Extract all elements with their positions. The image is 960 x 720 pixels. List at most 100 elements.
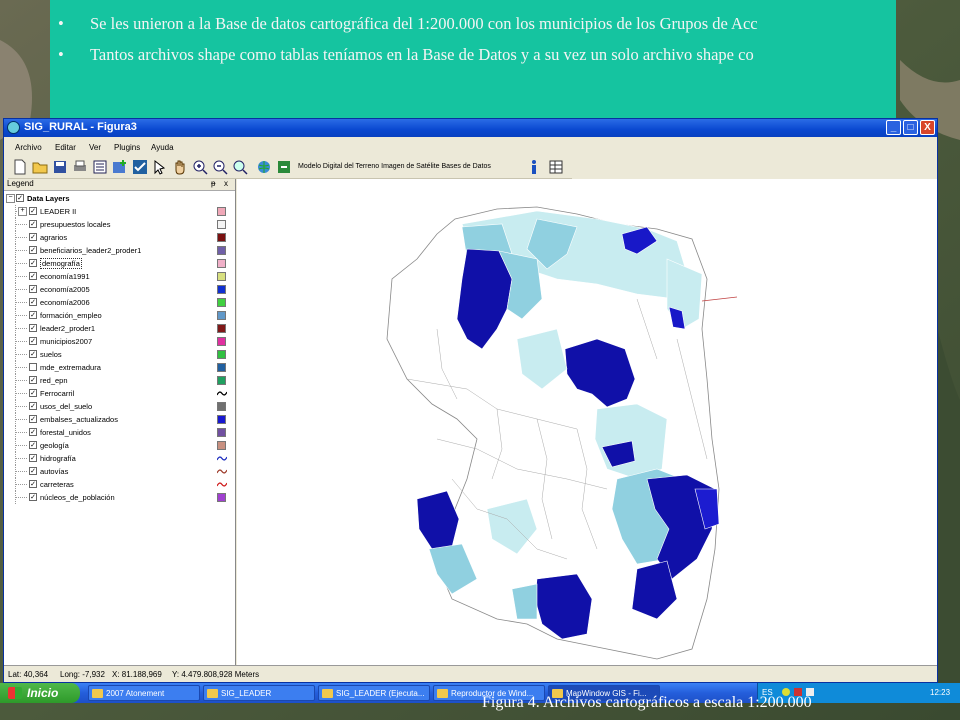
close-button[interactable]: X: [920, 120, 935, 135]
legend-layer[interactable]: ✓ núcleos_de_población: [4, 491, 234, 504]
legend-close-icon[interactable]: x: [224, 179, 228, 188]
map-svg[interactable]: [237, 179, 937, 665]
properties-icon[interactable]: [92, 159, 108, 175]
layer-checkbox[interactable]: ✓: [29, 376, 37, 384]
layer-symbol-icon: [217, 246, 226, 255]
layer-checkbox[interactable]: ✓: [29, 259, 37, 267]
table-icon[interactable]: [548, 159, 564, 175]
clock[interactable]: 12:23: [930, 688, 950, 697]
pan-hand-icon[interactable]: [172, 159, 188, 175]
legend-layer[interactable]: ✓ presupuestos locales: [4, 218, 234, 231]
menu-archivo[interactable]: Archivo: [15, 143, 42, 152]
legend-layer[interactable]: ✓ carreteras: [4, 478, 234, 491]
select-icon[interactable]: [152, 159, 168, 175]
collapse-icon[interactable]: −: [6, 194, 15, 203]
save-icon[interactable]: [52, 159, 68, 175]
layer-checkbox[interactable]: ✓: [29, 415, 37, 423]
app-globe-icon: [7, 121, 20, 134]
layer-symbol-icon: [217, 363, 226, 372]
legend-layer[interactable]: ✓ autovías: [4, 465, 234, 478]
layer-checkbox[interactable]: ✓: [29, 337, 37, 345]
root-checkbox[interactable]: ✓: [16, 194, 24, 202]
zoom-extent-icon[interactable]: [232, 159, 248, 175]
layer-checkbox[interactable]: ✓: [29, 389, 37, 397]
layer-checkbox[interactable]: ✓: [29, 441, 37, 449]
map-canvas[interactable]: [237, 179, 937, 665]
pin-icon[interactable]: ᵽ: [211, 179, 215, 188]
info-icon[interactable]: [526, 159, 542, 175]
layer-checkbox[interactable]: ✓: [29, 324, 37, 332]
layer-checkbox[interactable]: ✓: [29, 350, 37, 358]
menu-editar[interactable]: Editar: [55, 143, 76, 152]
print-icon[interactable]: [72, 159, 88, 175]
title-bar[interactable]: SIG_RURAL - Figura3 _ □ X: [4, 119, 937, 137]
tree-branch: [15, 289, 27, 290]
layer-checkbox[interactable]: ✓: [29, 272, 37, 280]
layer-checkbox[interactable]: ✓: [29, 480, 37, 488]
figure-caption: Figura 4. Archivos cartográficos a escal…: [482, 694, 812, 711]
legend-layer[interactable]: ✓ leader2_proder1: [4, 322, 234, 335]
legend-layer[interactable]: ✓ LEADER II +: [4, 205, 234, 218]
legend-layer[interactable]: ✓ economía2006: [4, 296, 234, 309]
legend-layer[interactable]: ✓ hidrografía: [4, 452, 234, 465]
minimize-button[interactable]: _: [886, 120, 901, 135]
identify-icon[interactable]: [276, 159, 292, 175]
legend-layer[interactable]: mde_extremadura: [4, 361, 234, 374]
tree-branch: [15, 263, 27, 264]
legend-layer[interactable]: ✓ demografía: [4, 257, 234, 270]
legend-layer[interactable]: ✓ embalses_actualizados: [4, 413, 234, 426]
toolbar-plugin-labels[interactable]: Modelo Digital del Terreno Imagen de Sat…: [298, 163, 491, 170]
tree-branch: [15, 341, 27, 342]
status-y: Y: 4.479.808,928 Meters: [172, 670, 260, 679]
globe-icon[interactable]: [256, 159, 272, 175]
layer-symbol-icon: [217, 311, 226, 320]
new-file-icon[interactable]: [12, 159, 28, 175]
taskbar: Inicio 2007 Atonement SIG_LEADER SIG_LEADE…: [0, 683, 960, 703]
zoom-out-icon[interactable]: [212, 159, 228, 175]
layer-checkbox[interactable]: ✓: [29, 298, 37, 306]
legend-layer[interactable]: ✓ forestal_unidos: [4, 426, 234, 439]
legend-layer[interactable]: ✓ economía1991: [4, 270, 234, 283]
legend-layer[interactable]: ✓ usos_del_suelo: [4, 400, 234, 413]
open-folder-icon[interactable]: [32, 159, 48, 175]
expand-icon[interactable]: +: [18, 207, 27, 216]
legend-layer[interactable]: ✓ red_epn: [4, 374, 234, 387]
check-layer-icon[interactable]: [132, 159, 148, 175]
legend-layer[interactable]: ✓ Ferrocarril: [4, 387, 234, 400]
menu-ver[interactable]: Ver: [89, 143, 101, 152]
layer-checkbox[interactable]: [29, 363, 37, 371]
layer-checkbox[interactable]: ✓: [29, 402, 37, 410]
legend-layer[interactable]: ✓ economía2005: [4, 283, 234, 296]
legend-layer[interactable]: ✓ suelos: [4, 348, 234, 361]
legend-layer[interactable]: ✓ beneficiarios_leader2_proder1: [4, 244, 234, 257]
tree-branch: [15, 484, 27, 485]
layer-checkbox[interactable]: ✓: [29, 454, 37, 462]
taskbar-item[interactable]: 2007 Atonement: [88, 685, 200, 701]
layer-checkbox[interactable]: ✓: [29, 233, 37, 241]
taskbar-item[interactable]: SIG_LEADER (Ejecuta...: [318, 685, 430, 701]
folder-icon: [437, 689, 448, 698]
add-layer-icon[interactable]: [112, 159, 128, 175]
start-button[interactable]: Inicio: [0, 683, 80, 703]
layer-checkbox[interactable]: ✓: [29, 285, 37, 293]
layer-checkbox[interactable]: ✓: [29, 246, 37, 254]
layer-checkbox[interactable]: ✓: [29, 311, 37, 319]
layer-checkbox[interactable]: ✓: [29, 428, 37, 436]
maximize-button[interactable]: □: [903, 120, 918, 135]
layer-group-root[interactable]: − ✓ Data Layers: [4, 192, 234, 205]
taskbar-item[interactable]: SIG_LEADER: [203, 685, 315, 701]
menu-plugins[interactable]: Plugins: [114, 143, 140, 152]
layer-symbol-icon: [217, 259, 226, 268]
layer-checkbox[interactable]: ✓: [29, 207, 37, 215]
zoom-in-icon[interactable]: [192, 159, 208, 175]
legend-layer[interactable]: ✓ formación_empleo: [4, 309, 234, 322]
legend-layer[interactable]: ✓ geología: [4, 439, 234, 452]
layer-symbol-icon: [217, 376, 226, 385]
layer-checkbox[interactable]: ✓: [29, 220, 37, 228]
legend-layer[interactable]: ✓ municipios2007: [4, 335, 234, 348]
menu-ayuda[interactable]: Ayuda: [151, 143, 174, 152]
layer-name: economía2005: [40, 285, 90, 294]
layer-checkbox[interactable]: ✓: [29, 493, 37, 501]
legend-layer[interactable]: ✓ agrarios: [4, 231, 234, 244]
layer-checkbox[interactable]: ✓: [29, 467, 37, 475]
